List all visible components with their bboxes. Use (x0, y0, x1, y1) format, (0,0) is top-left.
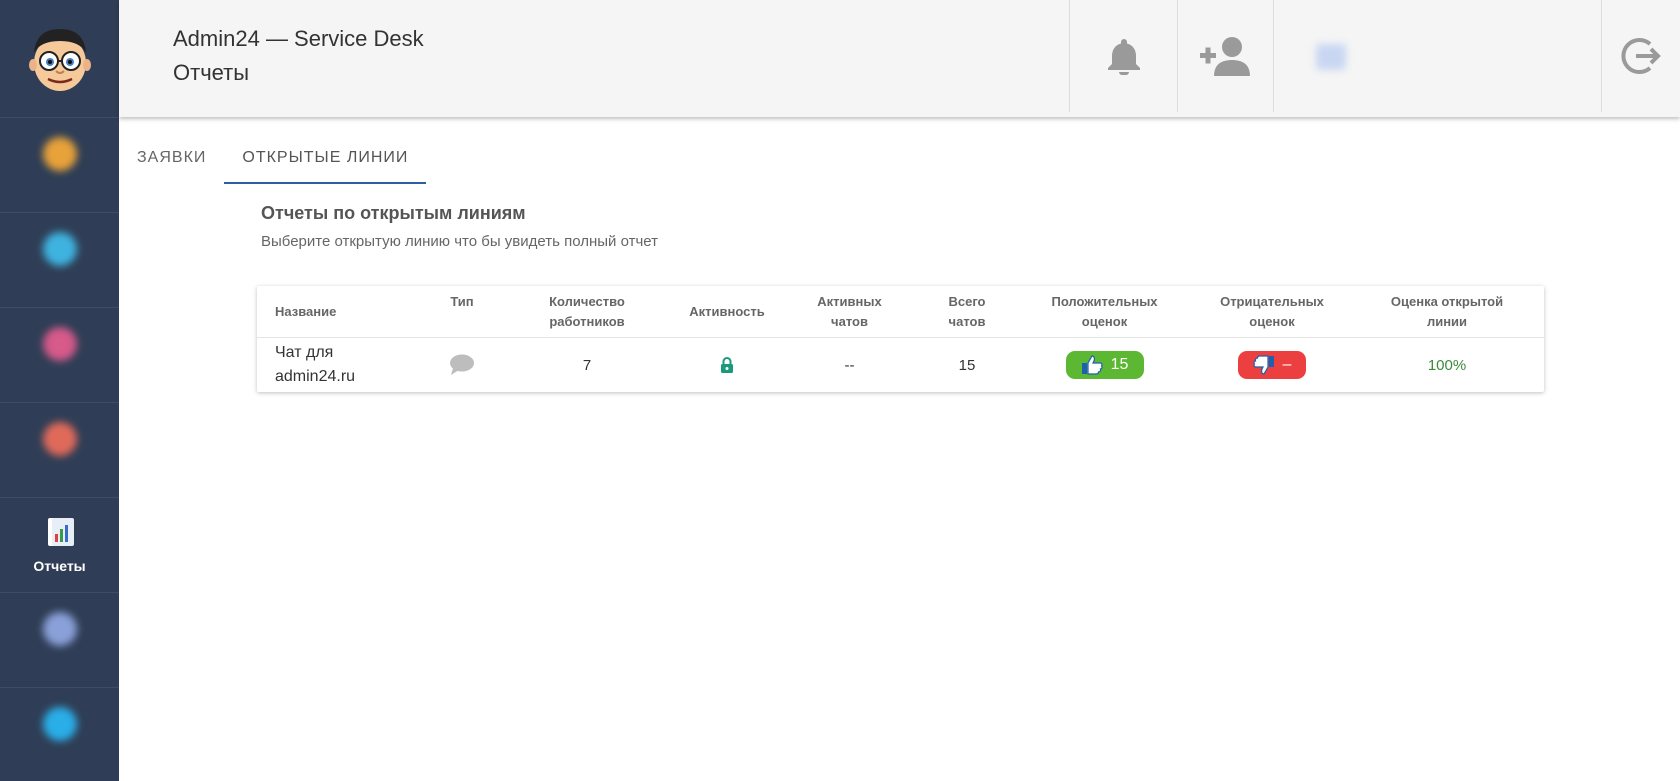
column-header-text: оценок (1081, 314, 1128, 329)
column-header-text: Отрицательных (1220, 294, 1324, 309)
sidebar-item-label (58, 654, 62, 669)
cell-name[interactable]: Чат для admin24.ru (275, 338, 415, 392)
column-header-total-chats: Всего чатов (907, 286, 1027, 338)
cell-rating: 100% (1362, 338, 1532, 392)
integrations-icon (42, 326, 77, 361)
report-tabs: ЗАЯВКИ ОТКРЫТЫЕ ЛИНИИ (119, 138, 427, 184)
user-organization (1368, 60, 1372, 78)
sidebar-item-messages[interactable] (0, 213, 119, 308)
sidebar-item-settings[interactable] (0, 593, 119, 688)
logout-icon (1621, 38, 1661, 74)
column-header-activity: Активность (689, 304, 765, 319)
column-header-rating: Оценка открытой линии (1362, 286, 1532, 338)
sidebar-item-label (58, 179, 62, 194)
column-header-text: Всего (948, 294, 986, 309)
column-header-workers: Количество работников (512, 286, 662, 338)
cell-workers: 7 (582, 356, 592, 374)
add-user-button[interactable] (1178, 0, 1273, 112)
header-divider (1273, 0, 1274, 112)
column-header-text: работников (549, 314, 625, 329)
logout-button[interactable] (1602, 0, 1680, 112)
sidebar-item-clients[interactable] (0, 403, 119, 498)
column-header-text: оценок (1249, 314, 1295, 329)
app-title: Admin24 — Service Desk (173, 26, 424, 51)
column-header-text: линии (1426, 314, 1468, 329)
add-user-icon (1199, 37, 1250, 76)
sidebar-item-label (58, 369, 62, 384)
sidebar-item-label: Отчеты (33, 558, 86, 574)
section-description: Выберите открытую линию что бы увидеть п… (261, 233, 658, 250)
cell-text: admin24.ru (275, 368, 356, 385)
column-header-active-chats: Активных чатов (792, 286, 907, 338)
sidebar-item-integrations[interactable] (0, 308, 119, 403)
column-header-negative: Отрицательных оценок (1182, 286, 1362, 338)
clients-icon (42, 421, 77, 456)
sidebar: Отчеты (0, 0, 119, 781)
positive-rating-badge: 15 (1065, 351, 1144, 379)
cell-text: Чат для (275, 344, 334, 361)
negative-rating-badge: – (1238, 351, 1306, 379)
user-profile[interactable] (1306, 30, 1576, 86)
bell-icon (1107, 39, 1140, 75)
column-header-text: Количество (549, 294, 625, 309)
cell-negative: – (1182, 338, 1362, 392)
table-header: Название Тип Количество работников Актив… (257, 286, 1544, 338)
cell-total-chats: 15 (958, 356, 976, 374)
column-header-text: Оценка открытой (1390, 294, 1504, 309)
support-icon (42, 707, 77, 741)
cell-activity (662, 338, 792, 392)
requests-icon (42, 136, 77, 171)
lock-icon (721, 356, 733, 373)
settings-icon (42, 611, 77, 646)
sidebar-item-reports[interactable]: Отчеты (0, 498, 119, 593)
app-logo[interactable] (0, 0, 119, 118)
chat-bubble-icon (450, 354, 474, 375)
cell-positive: 15 (1027, 338, 1182, 392)
sidebar-item-requests[interactable] (0, 118, 119, 213)
column-header-text: Положительных (1051, 294, 1158, 309)
cell-type (412, 338, 512, 392)
sidebar-item-label (58, 464, 62, 479)
page-title: Отчеты (173, 60, 250, 85)
reports-icon (47, 518, 74, 546)
column-header-name: Название (275, 304, 337, 319)
column-header-type: Тип (450, 294, 474, 309)
column-header-positive: Положительных оценок (1027, 286, 1182, 338)
avatar-face-icon (28, 28, 91, 91)
column-header-text: чатов (948, 314, 986, 329)
cell-active-chats: -- (844, 356, 855, 374)
thumbs-down-icon (1252, 355, 1275, 375)
user-name (1368, 36, 1372, 54)
thumbs-up-icon (1081, 355, 1103, 375)
column-header-text: Активных (817, 294, 882, 309)
column-header-text: чатов (831, 314, 868, 329)
avatar (1316, 44, 1346, 70)
positive-count: 15 (1110, 356, 1129, 373)
tab-open-lines[interactable]: ОТКРЫТЫЕ ЛИНИИ (224, 138, 427, 184)
sidebar-item-label (58, 274, 62, 289)
negative-count: – (1282, 356, 1292, 373)
open-lines-table: Название Тип Количество работников Актив… (257, 286, 1544, 392)
notifications-button[interactable] (1070, 0, 1177, 112)
sidebar-item-support[interactable] (0, 688, 119, 781)
section-title: Отчеты по открытым линиям (261, 203, 526, 223)
sidebar-item-label (58, 749, 62, 764)
top-header: Admin24 — Service Desk Отчеты (119, 0, 1680, 117)
rating-percent: 100% (1427, 356, 1467, 374)
tab-requests[interactable]: ЗАЯВКИ (119, 138, 224, 184)
messages-icon (42, 231, 77, 266)
